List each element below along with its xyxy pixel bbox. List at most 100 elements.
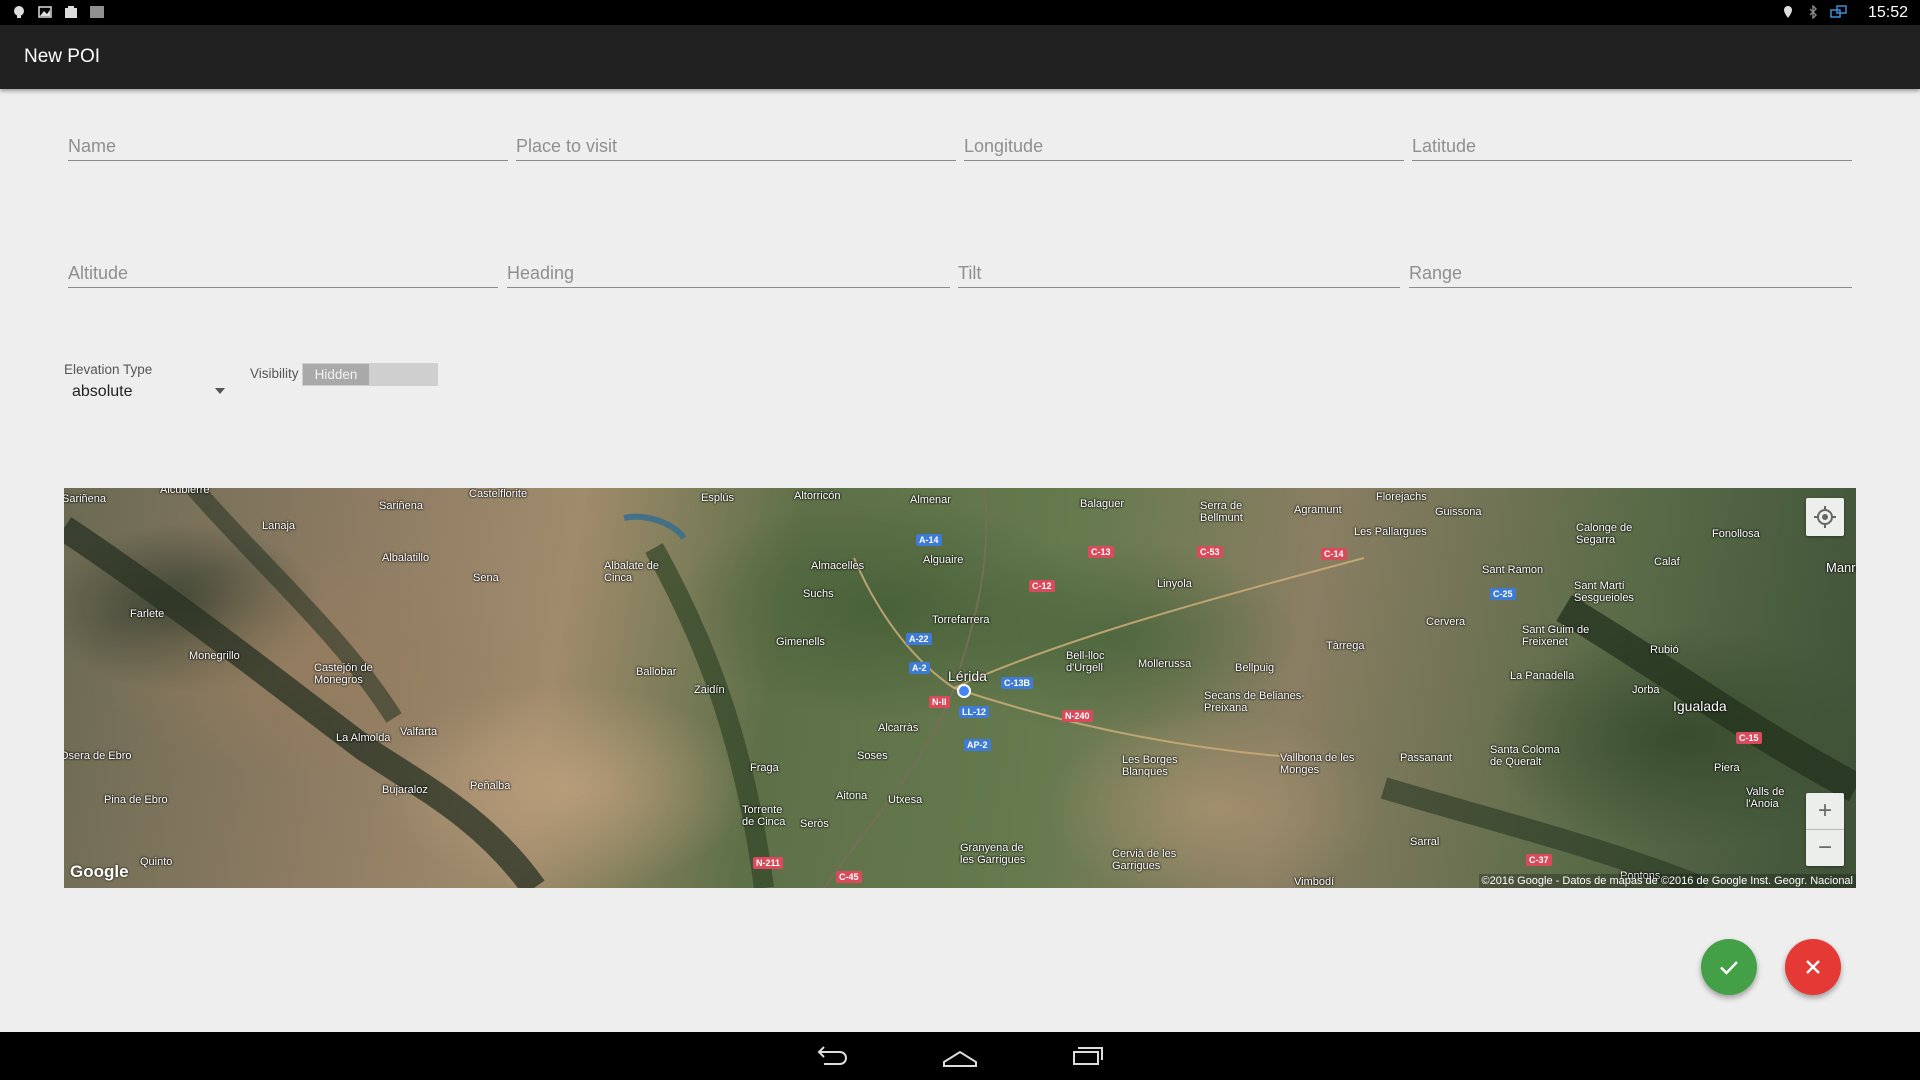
- elevation-type-select[interactable]: absolute: [64, 380, 229, 406]
- road-badge: N-II: [929, 696, 950, 708]
- map-view[interactable]: Sariñena Sariñena Castelflorite Esplús A…: [64, 488, 1856, 888]
- latitude-input[interactable]: [1412, 136, 1852, 157]
- map-label: Les Pallargues: [1354, 526, 1427, 538]
- road-badge: A-2: [909, 662, 930, 674]
- name-field[interactable]: [68, 120, 508, 161]
- place-to-visit-input[interactable]: [516, 136, 956, 157]
- tilt-input[interactable]: [958, 263, 1400, 284]
- map-label: Guissona: [1435, 506, 1482, 518]
- close-icon: [1806, 960, 1820, 974]
- elevation-type-label: Elevation Type: [64, 362, 153, 377]
- map-label: Lanaja: [262, 520, 296, 532]
- map-label: Suchs: [803, 588, 834, 600]
- map-label: Igualada: [1673, 698, 1727, 714]
- page-title: New POI: [24, 46, 101, 67]
- app-bar: New POI: [0, 25, 1920, 89]
- check-icon: [1720, 961, 1738, 975]
- notification-icon: [14, 6, 24, 18]
- photo-icon: [65, 6, 77, 18]
- map-label: Valfarta: [400, 726, 438, 738]
- map-label: Florejachs: [1376, 491, 1427, 503]
- map-label: Almacelles: [811, 560, 865, 572]
- recent-apps-icon[interactable]: [1070, 1042, 1106, 1070]
- road-badge: N-240: [1062, 710, 1093, 722]
- map-label: Passanant: [1400, 752, 1452, 764]
- map-label: Sant Ramon: [1482, 564, 1544, 576]
- latitude-field[interactable]: [1412, 120, 1852, 161]
- heading-field[interactable]: [507, 247, 950, 288]
- map-label: Lérida: [948, 668, 987, 684]
- map-label: Torrefarrera: [932, 614, 990, 626]
- map-label: La Almolda: [336, 732, 391, 744]
- network-icon: [1830, 5, 1847, 18]
- visibility-toggle[interactable]: Hidden: [302, 363, 438, 386]
- home-icon[interactable]: [942, 1042, 978, 1070]
- range-input[interactable]: [1409, 263, 1852, 284]
- map-label: Farlete: [130, 608, 165, 620]
- road-badge: C-25: [1490, 588, 1516, 600]
- map-label: Les Borges Blanques: [1122, 754, 1178, 778]
- map-label: Vallbona de les Monges: [1280, 752, 1355, 776]
- map-label: Bellpuig: [1235, 662, 1275, 674]
- map-label: Quinto: [140, 856, 173, 868]
- map-label: Manre: [1826, 560, 1856, 575]
- map-label: Sant Martí Sesgueioles: [1574, 580, 1634, 604]
- tilt-field[interactable]: [958, 247, 1400, 288]
- visibility-label: Visibility: [250, 366, 299, 381]
- road-badge: AP-2: [964, 739, 991, 751]
- my-location-button[interactable]: [1806, 498, 1844, 536]
- navigation-bar: [0, 1032, 1920, 1080]
- map-label: Sariñena: [379, 500, 424, 512]
- longitude-input[interactable]: [964, 136, 1404, 157]
- back-icon[interactable]: [814, 1042, 850, 1070]
- road-badge: C-15: [1736, 732, 1762, 744]
- cancel-button[interactable]: [1785, 939, 1841, 995]
- map-label: Soses: [857, 750, 888, 762]
- map-label: Cervià de les Garrigues: [1112, 848, 1177, 872]
- road-badge: C-37: [1526, 854, 1552, 866]
- dropdown-arrow-icon: [215, 388, 225, 394]
- map-label: Linyola: [1157, 578, 1192, 590]
- map-label: Balaguer: [1080, 498, 1125, 510]
- minus-icon: −: [1817, 834, 1832, 861]
- road-badge: A-22: [906, 633, 932, 645]
- zoom-out-button[interactable]: −: [1806, 830, 1844, 866]
- plus-icon: +: [1817, 797, 1832, 824]
- map-attribution[interactable]: ©2016 Google - Datos de mapas de ©2016 d…: [1478, 874, 1856, 888]
- range-field[interactable]: [1409, 247, 1852, 288]
- map-label: Sarral: [1410, 836, 1440, 848]
- zoom-in-button[interactable]: +: [1806, 793, 1844, 830]
- longitude-field[interactable]: [964, 120, 1404, 161]
- map-label: Granyena de les Garrigues: [960, 842, 1026, 866]
- map-label: Fonollosa: [1712, 528, 1760, 540]
- road-badge: C-14: [1321, 548, 1347, 560]
- road-badge: C-13B: [1001, 677, 1034, 689]
- road-badge: C-53: [1197, 546, 1223, 558]
- map-label: Altorricón: [794, 490, 841, 502]
- map-label: Piera: [1714, 762, 1740, 774]
- map-label: Secans de Belianes-Preixana: [1204, 690, 1305, 714]
- map-label: Sena: [473, 572, 499, 584]
- barcode-icon: [90, 6, 104, 18]
- map-label: Mollerussa: [1138, 658, 1192, 670]
- map-label: Sariñena: [64, 493, 107, 505]
- map-label: Tàrrega: [1326, 640, 1365, 652]
- map-label: Zaidín: [694, 684, 725, 696]
- map-label: La Panadella: [1510, 670, 1575, 682]
- heading-input[interactable]: [507, 263, 950, 284]
- map-label: Albalatillo: [382, 552, 430, 564]
- elevation-type-value: absolute: [72, 383, 133, 400]
- save-button[interactable]: [1701, 939, 1757, 995]
- name-input[interactable]: [68, 136, 508, 157]
- map-label: Esplús: [701, 492, 735, 504]
- place-to-visit-field[interactable]: [516, 120, 956, 161]
- map-label: Sant Guim de Freixenet: [1522, 624, 1590, 648]
- altitude-field[interactable]: [68, 247, 498, 288]
- altitude-input[interactable]: [68, 263, 498, 284]
- bluetooth-icon: [1809, 5, 1817, 19]
- map-label: Fraga: [750, 762, 779, 774]
- location-icon: [1784, 6, 1792, 18]
- map-label: Torrente de Cinca: [742, 804, 786, 828]
- map-label: Alcarràs: [878, 722, 919, 734]
- status-bar: 15:52: [0, 0, 1920, 25]
